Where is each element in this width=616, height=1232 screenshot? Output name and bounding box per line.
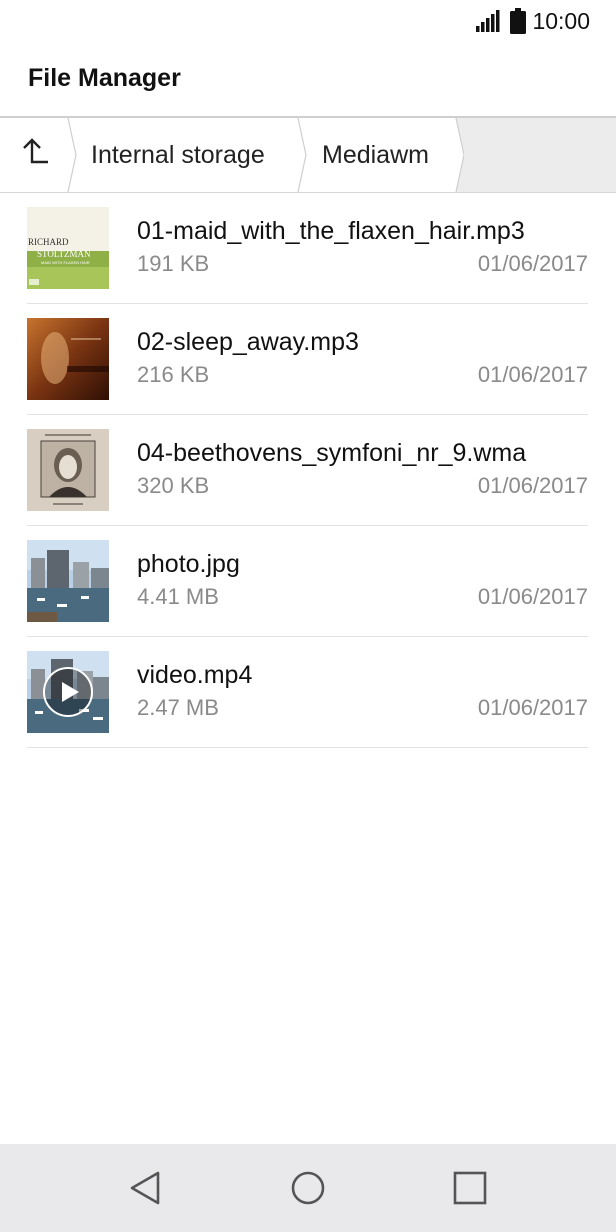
file-date: 01/06/2017 xyxy=(477,251,588,276)
list-item[interactable]: 02-sleep_away.mp3 216 KB 01/06/2017 xyxy=(27,304,588,415)
list-item[interactable]: video.mp4 2.47 MB 01/06/2017 xyxy=(27,637,588,748)
file-date: 01/06/2017 xyxy=(477,362,588,387)
album-art-thumbnail xyxy=(27,429,109,511)
list-item[interactable]: 04-beethovens_symfoni_nr_9.wma 320 KB 01… xyxy=(27,415,588,526)
status-bar: 10:00 xyxy=(0,0,616,44)
recent-apps-icon[interactable] xyxy=(450,1168,490,1208)
breadcrumb-internal-storage[interactable]: Internal storage xyxy=(91,118,265,192)
navigation-bar xyxy=(0,1144,616,1232)
file-list: RICHARD STOLTZMAN MAID WITH FLAXEN HAIR … xyxy=(0,193,616,748)
file-name: 04-beethovens_symfoni_nr_9.wma xyxy=(137,439,527,467)
screen: 10:00 File Manager Internal storage Medi… xyxy=(0,0,616,1232)
home-icon[interactable] xyxy=(288,1168,328,1208)
thumb-text-artist-last: STOLTZMAN xyxy=(37,249,91,259)
file-name: photo.jpg xyxy=(137,550,240,578)
file-size: 2.47 MB xyxy=(137,695,219,720)
thumb-text-album: MAID WITH FLAXEN HAIR xyxy=(41,260,90,265)
album-art-thumbnail: RICHARD STOLTZMAN MAID WITH FLAXEN HAIR xyxy=(27,207,109,289)
breadcrumb: Internal storage Mediawm xyxy=(0,118,616,193)
file-name: 02-sleep_away.mp3 xyxy=(137,328,359,356)
page-title: File Manager xyxy=(28,64,181,92)
back-icon[interactable] xyxy=(126,1168,166,1208)
list-item[interactable]: RICHARD STOLTZMAN MAID WITH FLAXEN HAIR … xyxy=(27,193,588,304)
file-date: 01/06/2017 xyxy=(477,695,588,720)
file-name: video.mp4 xyxy=(137,661,253,689)
album-art-thumbnail xyxy=(27,318,109,400)
video-thumbnail xyxy=(27,651,109,733)
file-size: 191 KB xyxy=(137,251,210,276)
file-size: 320 KB xyxy=(137,473,210,498)
file-name: 01-maid_with_the_flaxen_hair.mp3 xyxy=(137,217,525,245)
file-size: 216 KB xyxy=(137,362,210,387)
app-bar: File Manager xyxy=(0,44,616,118)
file-date: 01/06/2017 xyxy=(477,473,588,498)
list-item[interactable]: photo.jpg 4.41 MB 01/06/2017 xyxy=(27,526,588,637)
up-arrow-icon[interactable] xyxy=(20,138,52,172)
battery-icon xyxy=(510,8,526,34)
file-size: 4.41 MB xyxy=(137,584,219,609)
file-date: 01/06/2017 xyxy=(477,584,588,609)
thumb-text-artist: RICHARD xyxy=(28,237,69,247)
breadcrumb-mediawm[interactable]: Mediawm xyxy=(322,118,429,192)
photo-thumbnail xyxy=(27,540,109,622)
signal-icon xyxy=(476,10,500,32)
play-icon xyxy=(43,667,93,717)
clock: 10:00 xyxy=(532,8,590,34)
